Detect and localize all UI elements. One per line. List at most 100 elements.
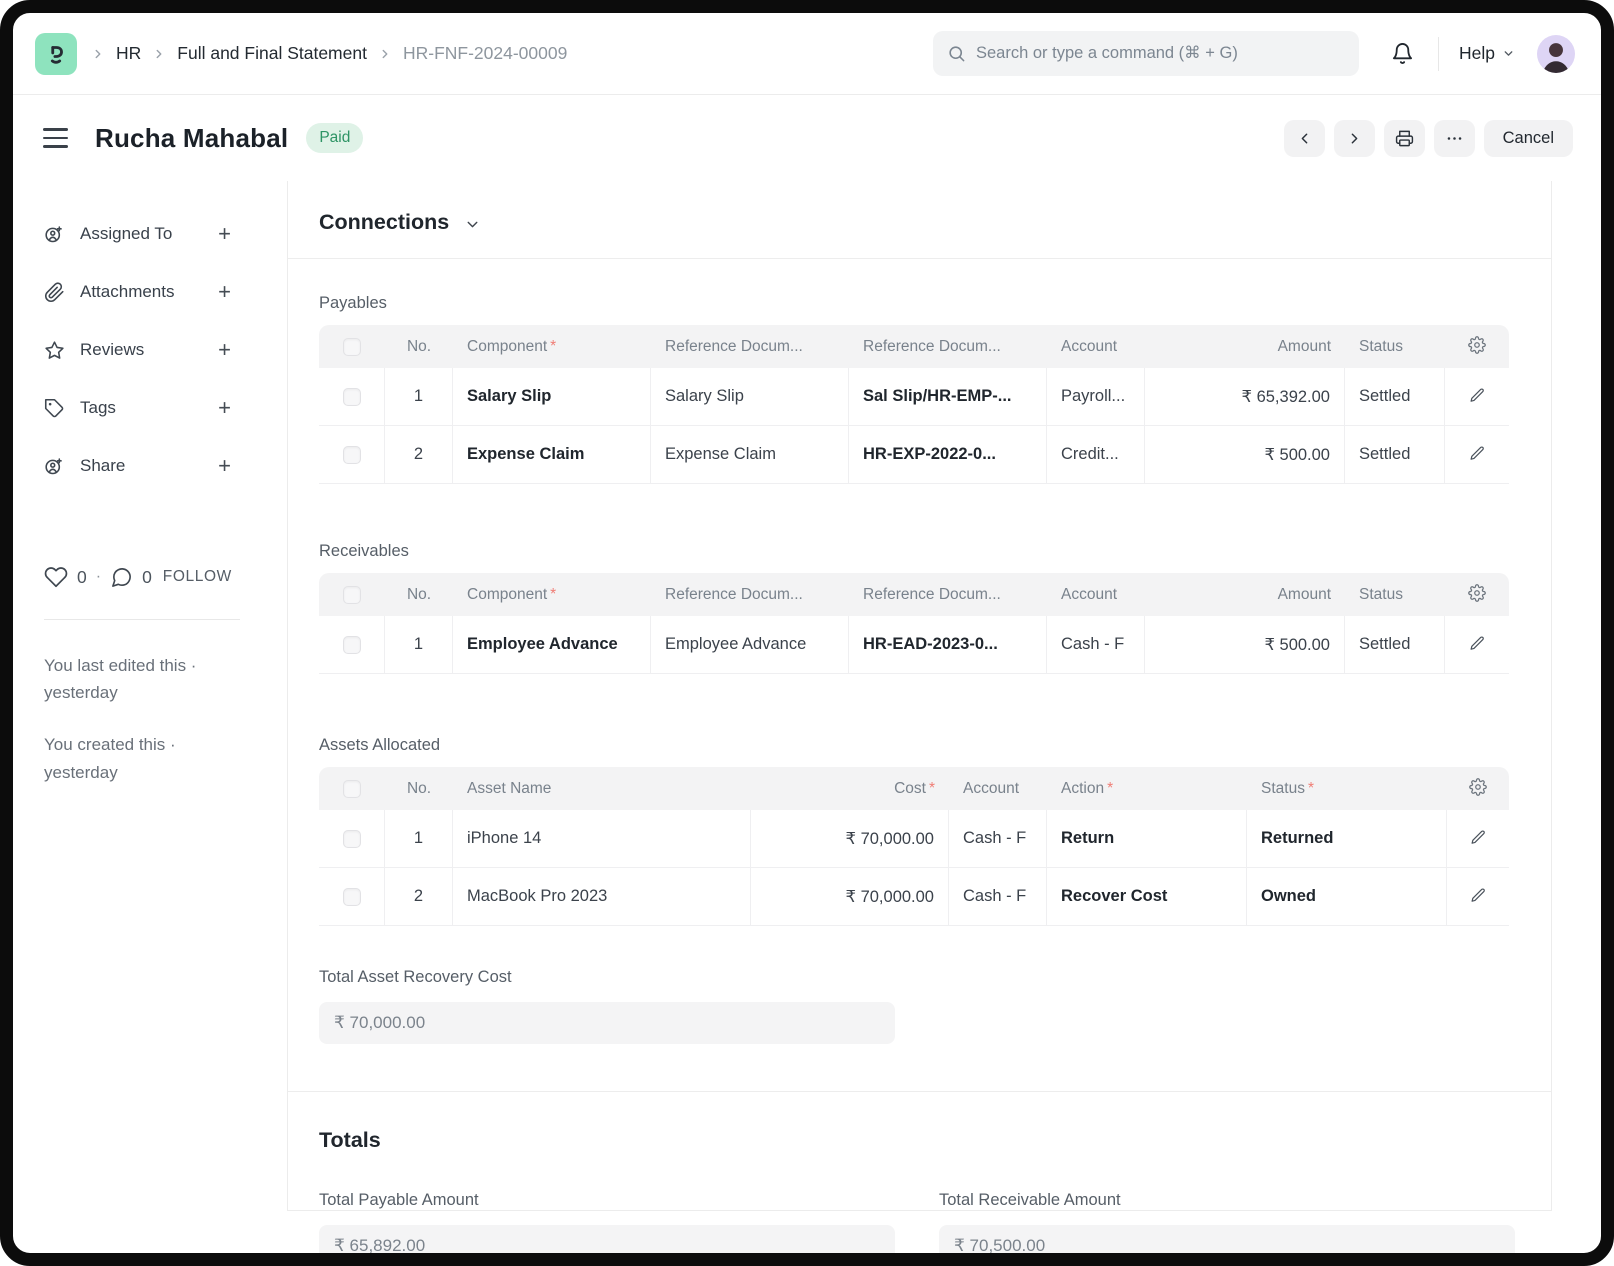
prev-document-button[interactable] xyxy=(1284,120,1325,157)
table-settings-gear-icon[interactable] xyxy=(1468,584,1486,605)
row-checkbox[interactable] xyxy=(343,830,361,848)
cell-ref-document[interactable]: HR-EAD-2023-0... xyxy=(849,616,1047,674)
cell-ref-document[interactable]: Sal Slip/HR-EMP-... xyxy=(849,368,1047,426)
total-receivable-amount-input[interactable]: ₹ 70,500.00 xyxy=(939,1225,1515,1266)
help-menu[interactable]: Help xyxy=(1459,43,1515,64)
table-row[interactable]: 1 Employee Advance Employee Advance HR-E… xyxy=(319,616,1509,674)
sidebar-item-attachments[interactable]: Attachments + xyxy=(44,281,231,303)
cell-ref-doctype[interactable]: Expense Claim xyxy=(651,426,849,484)
cell-component[interactable]: Employee Advance xyxy=(453,616,651,674)
global-search[interactable] xyxy=(933,31,1359,76)
row-checkbox[interactable] xyxy=(343,446,361,464)
cell-status[interactable]: Settled xyxy=(1345,368,1445,426)
table-settings-gear-icon[interactable] xyxy=(1469,778,1487,799)
total-payable-amount-input[interactable]: ₹ 65,892.00 xyxy=(319,1225,895,1266)
edit-row-pencil-icon[interactable] xyxy=(1469,635,1486,655)
cell-account[interactable]: Cash - F xyxy=(1047,616,1145,674)
row-checkbox[interactable] xyxy=(343,888,361,906)
table-row[interactable]: 2 Expense Claim Expense Claim HR-EXP-202… xyxy=(319,426,1509,484)
cell-amount[interactable]: ₹ 500.00 xyxy=(1145,616,1345,674)
cell-account[interactable]: Credit... xyxy=(1047,426,1145,484)
chevron-right-icon xyxy=(1346,130,1363,147)
sidebar-item-reviews[interactable]: Reviews + xyxy=(44,339,231,361)
frappe-hr-logo-icon[interactable] xyxy=(35,33,77,75)
cell-component[interactable]: Expense Claim xyxy=(453,426,651,484)
table-row[interactable]: 1 Salary Slip Salary Slip Sal Slip/HR-EM… xyxy=(319,368,1509,426)
cell-cost[interactable]: ₹ 70,000.00 xyxy=(751,868,949,926)
print-button[interactable] xyxy=(1384,120,1425,157)
add-assignment-button[interactable]: + xyxy=(218,223,231,245)
cell-account[interactable]: Payroll... xyxy=(1047,368,1145,426)
assets-label: Assets Allocated xyxy=(319,736,1518,755)
page-title: Rucha Mahabal xyxy=(95,123,288,154)
select-all-checkbox[interactable] xyxy=(343,780,361,798)
cell-ref-document[interactable]: HR-EXP-2022-0... xyxy=(849,426,1047,484)
total-asset-recovery-cost-field: Total Asset Recovery Cost ₹ 70,000.00 xyxy=(319,968,1518,1044)
table-row[interactable]: 1 iPhone 14 ₹ 70,000.00 Cash - F Return … xyxy=(319,810,1509,868)
select-all-checkbox[interactable] xyxy=(343,586,361,604)
cell-asset-name[interactable]: iPhone 14 xyxy=(453,810,751,868)
required-marker: * xyxy=(550,586,556,603)
cell-amount[interactable]: ₹ 500.00 xyxy=(1145,426,1345,484)
column-header-amount: Amount xyxy=(1145,573,1345,616)
column-header-status: Status xyxy=(1345,325,1445,368)
receivables-label: Receivables xyxy=(319,542,1518,561)
edit-row-pencil-icon[interactable] xyxy=(1469,445,1486,465)
cell-component[interactable]: Salary Slip xyxy=(453,368,651,426)
total-asset-recovery-cost-input[interactable]: ₹ 70,000.00 xyxy=(319,1002,895,1044)
total-receivable-amount-field: Total Receivable Amount ₹ 70,500.00 xyxy=(939,1191,1515,1266)
cell-status[interactable]: Owned xyxy=(1247,868,1447,926)
cell-action[interactable]: Recover Cost xyxy=(1047,868,1247,926)
edit-row-pencil-icon[interactable] xyxy=(1470,887,1487,907)
cell-ref-doctype[interactable]: Employee Advance xyxy=(651,616,849,674)
edit-row-pencil-icon[interactable] xyxy=(1470,829,1487,849)
cell-no: 2 xyxy=(385,868,453,926)
add-share-button[interactable]: + xyxy=(218,455,231,477)
follow-button[interactable]: FOLLOW xyxy=(163,568,232,586)
breadcrumb-hr[interactable]: HR xyxy=(116,43,141,64)
row-checkbox[interactable] xyxy=(343,388,361,406)
sidebar-item-tags[interactable]: Tags + xyxy=(44,397,231,419)
column-header-status: Status* xyxy=(1247,767,1447,810)
next-document-button[interactable] xyxy=(1334,120,1375,157)
connections-section-toggle[interactable]: Connections xyxy=(319,181,1518,235)
user-avatar[interactable] xyxy=(1537,35,1575,73)
cell-status[interactable]: Returned xyxy=(1247,810,1447,868)
add-review-button[interactable]: + xyxy=(218,339,231,361)
cell-status[interactable]: Settled xyxy=(1345,616,1445,674)
cell-cost[interactable]: ₹ 70,000.00 xyxy=(751,810,949,868)
sidebar-item-share[interactable]: Share + xyxy=(44,455,231,477)
row-checkbox[interactable] xyxy=(343,636,361,654)
cell-amount[interactable]: ₹ 65,392.00 xyxy=(1145,368,1345,426)
more-menu-button[interactable] xyxy=(1434,120,1475,157)
cancel-button[interactable]: Cancel xyxy=(1484,120,1573,157)
edit-row-pencil-icon[interactable] xyxy=(1469,387,1486,407)
add-attachment-button[interactable]: + xyxy=(218,281,231,303)
table-row[interactable]: 2 MacBook Pro 2023 ₹ 70,000.00 Cash - F … xyxy=(319,868,1509,926)
column-header-cost: Cost* xyxy=(751,767,949,810)
add-tag-button[interactable]: + xyxy=(218,397,231,419)
cell-ref-doctype[interactable]: Salary Slip xyxy=(651,368,849,426)
cell-status[interactable]: Settled xyxy=(1345,426,1445,484)
cell-account[interactable]: Cash - F xyxy=(949,810,1047,868)
table-settings-gear-icon[interactable] xyxy=(1468,336,1486,357)
required-marker: * xyxy=(1107,780,1113,797)
search-input[interactable] xyxy=(976,44,1345,63)
created-note: You created this · yesterday xyxy=(44,731,249,785)
heart-icon[interactable] xyxy=(44,565,68,589)
notifications-bell-icon[interactable] xyxy=(1391,42,1414,65)
cell-asset-name[interactable]: MacBook Pro 2023 xyxy=(453,868,751,926)
sidebar-item-assigned-to[interactable]: Assigned To + xyxy=(44,223,231,245)
field-label: Total Receivable Amount xyxy=(939,1191,1515,1210)
cell-no: 1 xyxy=(385,810,453,868)
column-header-ref-document: Reference Docum... xyxy=(849,325,1047,368)
select-all-checkbox[interactable] xyxy=(343,338,361,356)
cell-no: 1 xyxy=(385,368,453,426)
comment-icon[interactable] xyxy=(110,566,133,589)
cell-account[interactable]: Cash - F xyxy=(949,868,1047,926)
totals-section-title: Totals xyxy=(319,1128,1518,1153)
column-header-no: No. xyxy=(385,573,453,616)
sidebar-toggle-icon[interactable] xyxy=(43,128,68,147)
breadcrumb-doctype[interactable]: Full and Final Statement xyxy=(177,43,367,64)
cell-action[interactable]: Return xyxy=(1047,810,1247,868)
